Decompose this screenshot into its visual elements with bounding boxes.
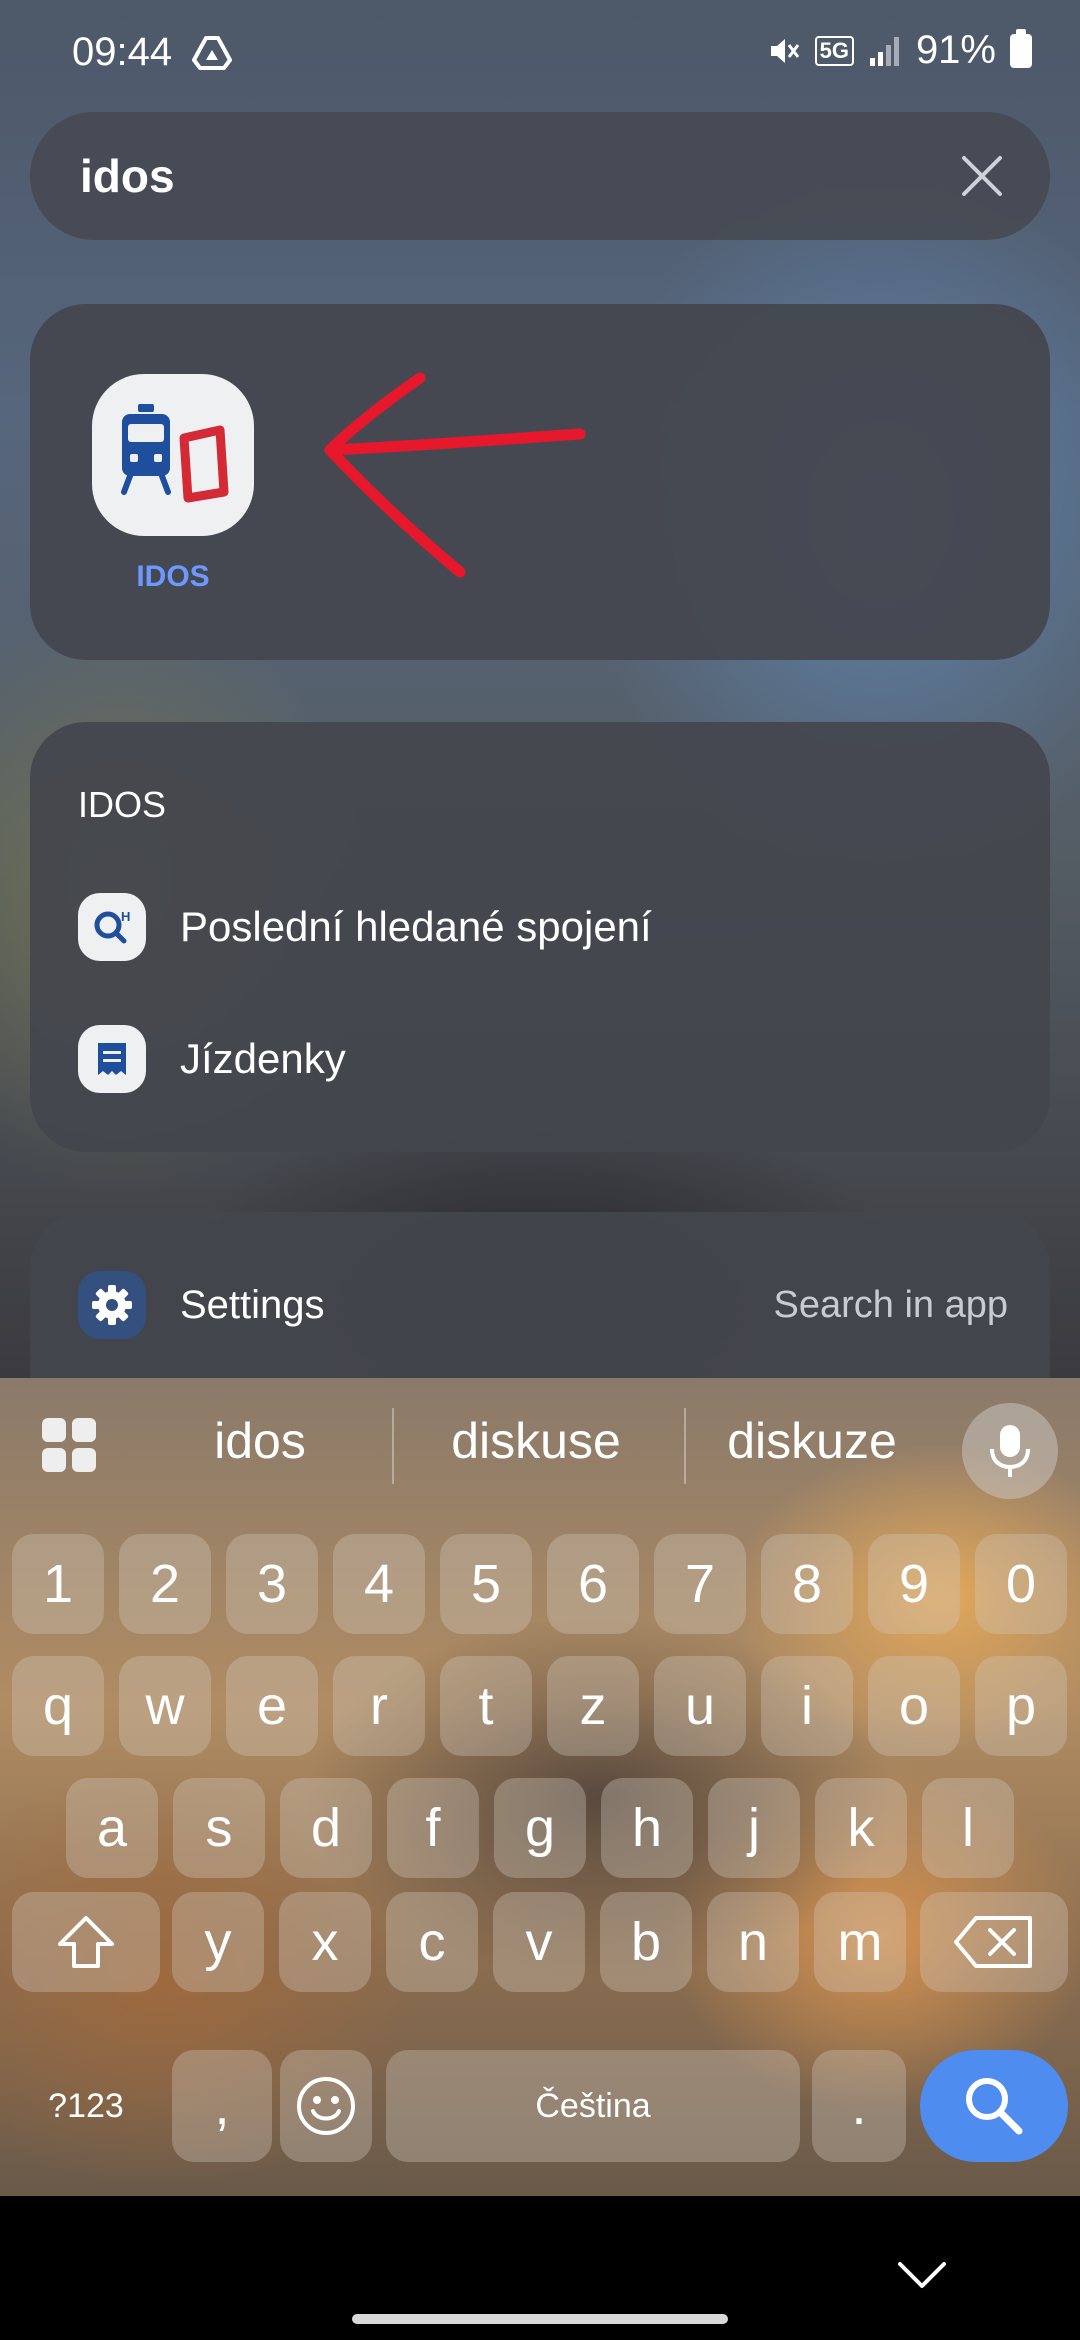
key-9[interactable]: 9 <box>868 1534 960 1634</box>
search-in-app-button[interactable]: Search in app <box>774 1284 1009 1327</box>
backspace-key[interactable] <box>920 1892 1068 1992</box>
key-e[interactable]: e <box>226 1656 318 1756</box>
app-shortcuts-card: IDOS H Poslední hledané spojení Jízdenky <box>30 722 1050 1152</box>
shortcut-last-search[interactable]: H Poslední hledané spojení <box>78 882 978 972</box>
battery-icon <box>1010 28 1032 68</box>
status-bar: 09:44 5G 91% <box>0 0 1080 110</box>
suggestion-2[interactable]: diskuse <box>406 1412 666 1470</box>
mute-icon <box>770 38 799 63</box>
key-2[interactable]: 2 <box>119 1534 211 1634</box>
key-w[interactable]: w <box>119 1656 211 1756</box>
shortcut-label: Jízdenky <box>180 1035 346 1082</box>
suggestion-1[interactable]: idos <box>130 1412 390 1470</box>
shortcut-tickets[interactable]: Jízdenky <box>78 1014 978 1104</box>
suggestion-bar: idos diskuse diskuze <box>0 1378 1080 1508</box>
close-icon[interactable] <box>954 148 1010 204</box>
key-b[interactable]: b <box>600 1892 692 1992</box>
settings-label: Settings <box>180 1282 325 1327</box>
grid-menu-icon[interactable] <box>40 1416 98 1474</box>
5g-icon: 5G <box>814 35 854 66</box>
status-time: 09:44 <box>72 30 173 74</box>
search-history-icon: H <box>78 893 146 961</box>
key-1[interactable]: 1 <box>12 1534 104 1634</box>
shortcut-label: Poslední hledané spojení <box>180 903 652 950</box>
key-c[interactable]: c <box>386 1892 478 1992</box>
status-indicators: 5G 91% <box>767 28 1032 73</box>
key-s[interactable]: s <box>173 1778 265 1878</box>
search-input[interactable] <box>80 138 940 214</box>
microphone-icon <box>990 1425 1030 1477</box>
key-8[interactable]: 8 <box>761 1534 853 1634</box>
key-q[interactable]: q <box>12 1656 104 1756</box>
search-icon <box>966 2078 1023 2135</box>
key-3[interactable]: 3 <box>226 1534 318 1634</box>
key-o[interactable]: o <box>868 1656 960 1756</box>
key-a[interactable]: a <box>66 1778 158 1878</box>
key-x[interactable]: x <box>279 1892 371 1992</box>
key-u[interactable]: u <box>654 1656 746 1756</box>
key-j[interactable]: j <box>708 1778 800 1878</box>
app-name-label[interactable]: IDOS <box>70 560 276 594</box>
navigation-bar <box>0 2196 1080 2340</box>
google-drive-icon <box>192 36 232 70</box>
key-r[interactable]: r <box>333 1656 425 1756</box>
emoji-icon <box>297 2077 355 2135</box>
key-f[interactable]: f <box>387 1778 479 1878</box>
search-key[interactable] <box>920 2050 1068 2162</box>
red-arrow <box>324 372 586 578</box>
key-h[interactable]: h <box>601 1778 693 1878</box>
shortcuts-title: IDOS <box>78 784 167 825</box>
comma-key[interactable]: , <box>172 2050 272 2162</box>
space-key[interactable]: Čeština <box>386 2050 800 2162</box>
key-5[interactable]: 5 <box>440 1534 532 1634</box>
key-y[interactable]: y <box>172 1892 264 1992</box>
suggestion-divider <box>392 1408 394 1484</box>
emoji-key[interactable] <box>280 2050 372 2162</box>
key-n[interactable]: n <box>707 1892 799 1992</box>
key-m[interactable]: m <box>814 1892 906 1992</box>
ticket-receipt-icon <box>78 1025 146 1093</box>
shift-icon <box>58 1916 114 1968</box>
microphone-button[interactable] <box>962 1403 1058 1499</box>
key-g[interactable]: g <box>494 1778 586 1878</box>
shift-key[interactable] <box>12 1892 160 1992</box>
gear-icon <box>78 1271 146 1339</box>
chevron-down-icon[interactable] <box>896 2258 948 2294</box>
search-bar[interactable] <box>30 112 1050 240</box>
keyboard: idos diskuse diskuze 1234567890 qwertzuio… <box>0 1378 1080 2196</box>
key-l[interactable]: l <box>922 1778 1014 1878</box>
key-4[interactable]: 4 <box>333 1534 425 1634</box>
symbols-key[interactable]: ?123 <box>12 2050 160 2162</box>
key-k[interactable]: k <box>815 1778 907 1878</box>
svg-text:H: H <box>121 909 130 924</box>
key-d[interactable]: d <box>280 1778 372 1878</box>
settings-result-row[interactable]: Settings Search in app <box>78 1260 1008 1350</box>
key-v[interactable]: v <box>493 1892 585 1992</box>
key-p[interactable]: p <box>975 1656 1067 1756</box>
battery-percent: 91% <box>915 28 996 72</box>
key-6[interactable]: 6 <box>547 1534 639 1634</box>
train-ticket-icon[interactable] <box>92 374 254 536</box>
key-7[interactable]: 7 <box>654 1534 746 1634</box>
period-key[interactable]: . <box>812 2050 906 2162</box>
backspace-icon <box>954 1916 1032 1968</box>
key-t[interactable]: t <box>440 1656 532 1756</box>
key-i[interactable]: i <box>761 1656 853 1756</box>
suggestion-3[interactable]: diskuze <box>682 1412 942 1470</box>
home-indicator[interactable] <box>352 2314 728 2324</box>
key-z[interactable]: z <box>547 1656 639 1756</box>
key-0[interactable]: 0 <box>975 1534 1067 1634</box>
signal-icon <box>869 36 899 66</box>
